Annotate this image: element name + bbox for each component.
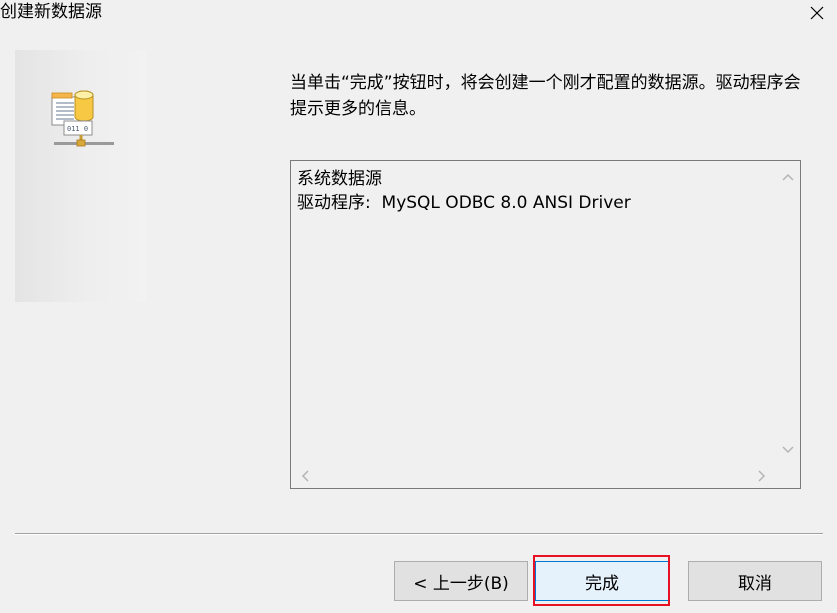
svg-text:011 0: 011 0 — [67, 125, 88, 133]
cancel-button[interactable]: 取消 — [688, 561, 822, 601]
chevron-left-icon — [301, 470, 309, 482]
chevron-down-icon — [782, 446, 794, 454]
close-button[interactable] — [803, 0, 831, 26]
window-title: 创建新数据源 — [0, 2, 102, 22]
scroll-down-button[interactable] — [780, 442, 796, 458]
info-line-driver: 驱动程序: MySQL ODBC 8.0 ANSI Driver — [297, 193, 631, 213]
scroll-left-button[interactable] — [297, 468, 313, 484]
info-line-type: 系统数据源 — [297, 169, 382, 189]
close-icon — [810, 6, 824, 20]
wizard-description: 当单击“完成”按钮时，将会创建一个刚才配置的数据源。驱动程序会提示更多的信息。 — [290, 73, 801, 119]
wizard-side-panel: 011 0 — [15, 50, 147, 302]
database-icon: 011 0 — [51, 90, 114, 147]
chevron-up-icon — [782, 173, 794, 181]
scroll-up-button[interactable] — [780, 169, 796, 185]
chevron-right-icon — [758, 470, 766, 482]
scroll-right-button[interactable] — [754, 468, 770, 484]
datasource-info-box[interactable]: 系统数据源驱动程序: MySQL ODBC 8.0 ANSI Driver — [290, 160, 801, 489]
info-text: 系统数据源驱动程序: MySQL ODBC 8.0 ANSI Driver — [297, 167, 631, 215]
vertical-scrollbar[interactable] — [776, 161, 800, 464]
back-button[interactable]: < 上一步(B) — [394, 561, 528, 601]
footer-separator — [15, 533, 823, 535]
horizontal-scrollbar[interactable] — [291, 464, 776, 488]
finish-button[interactable]: 完成 — [535, 561, 669, 601]
